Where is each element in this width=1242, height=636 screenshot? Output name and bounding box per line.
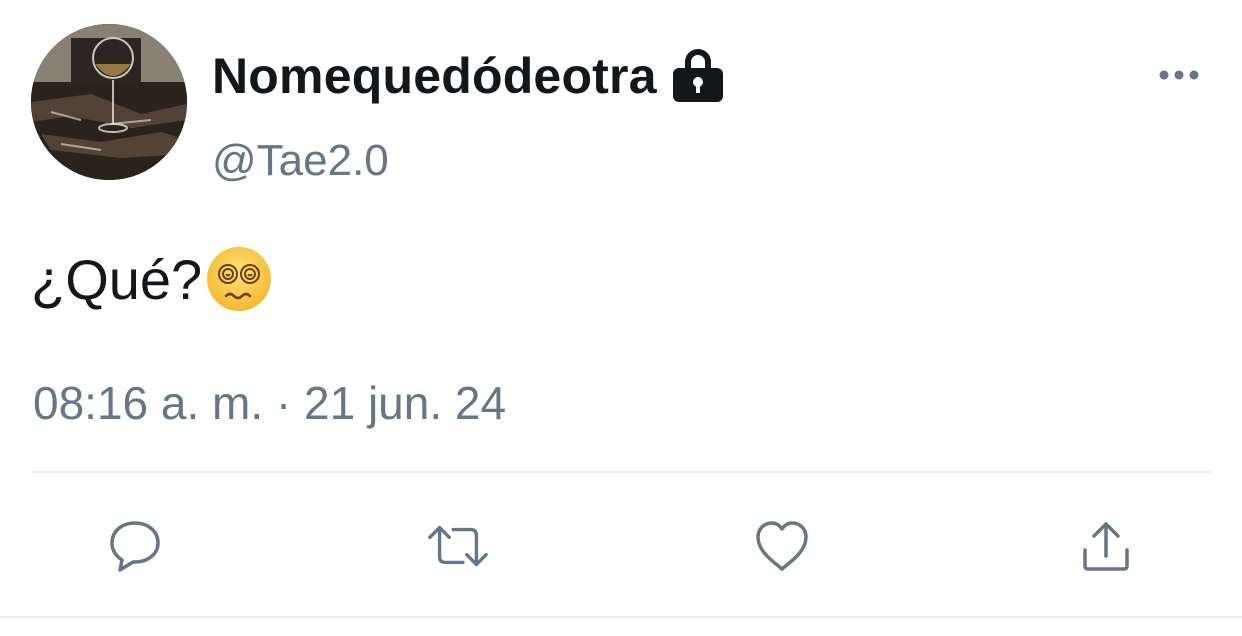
tweet-text: ¿Qué? [31,247,203,311]
share-button[interactable] [1074,514,1138,578]
divider [31,471,1211,473]
retweet-icon [428,525,488,567]
bottom-divider [0,616,1242,618]
reply-icon [110,521,160,572]
lock-icon [669,48,727,104]
retweet-button[interactable] [426,514,490,578]
display-name[interactable]: Nomequedódeotra [212,47,657,105]
reply-button[interactable] [103,514,167,578]
timestamp[interactable]: 08:16 a. m. · 21 jun. 24 [33,376,506,430]
like-button[interactable] [750,514,814,578]
share-icon [1083,522,1129,571]
more-options-button[interactable] [1156,60,1202,90]
more-icon [1159,70,1199,80]
dizzy-face-emoji-icon [204,244,274,314]
heart-icon [756,521,808,571]
avatar-image [31,24,187,180]
tweet-text-row: ¿Qué? [31,244,274,314]
avatar[interactable] [31,24,187,180]
display-name-row: Nomequedódeotra [212,44,727,108]
handle[interactable]: @Tae2.0 [212,136,389,186]
